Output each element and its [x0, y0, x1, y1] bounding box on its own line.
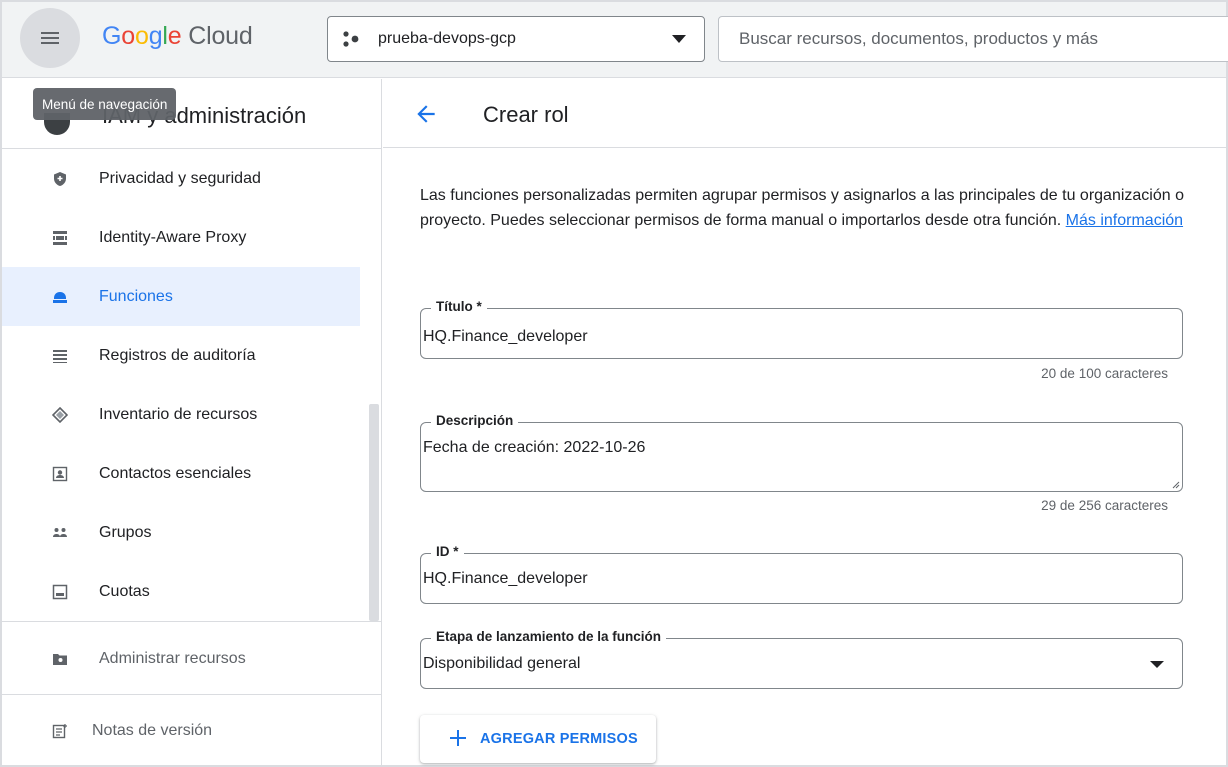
title-field-label: Título * — [431, 299, 487, 314]
folder-settings-icon — [52, 651, 68, 667]
title-input-value[interactable]: HQ.Finance_developer — [423, 328, 588, 346]
top-bar: Google Cloud prueba-devops-gcp — [2, 2, 1228, 78]
description-field[interactable]: Descripción Fecha de creación: 2022-10-2… — [420, 413, 1183, 492]
sidebar-item-asset-inventory[interactable]: Inventario de recursos — [2, 385, 360, 444]
sidebar-item-label: Notas de versión — [92, 721, 213, 739]
description-input-value[interactable]: Fecha de creación: 2022-10-26 — [423, 439, 645, 457]
sidebar-item-label: Funciones — [99, 287, 173, 305]
project-dots-icon — [343, 31, 359, 47]
sidebar-scrollbar[interactable] — [369, 404, 379, 621]
navigation-menu-tooltip: Menú de navegación — [33, 88, 177, 120]
release-notes-icon — [52, 723, 68, 739]
sidebar-item-manage-resources[interactable]: Administrar recursos — [2, 629, 360, 688]
search-bar[interactable] — [718, 16, 1228, 62]
shield-icon — [52, 171, 68, 187]
google-cloud-logo[interactable]: Google Cloud — [102, 22, 253, 51]
sidebar-item-label: Contactos esenciales — [99, 464, 252, 482]
search-input[interactable] — [739, 29, 1228, 49]
project-name: prueba-devops-gcp — [378, 30, 516, 47]
contacts-icon — [52, 466, 68, 482]
sidebar-divider — [2, 694, 381, 695]
plus-icon — [450, 730, 466, 746]
title-field[interactable]: Título * HQ.Finance_developer — [420, 299, 1183, 359]
roles-icon — [52, 289, 68, 305]
dropdown-caret-icon — [1150, 661, 1164, 668]
sidebar-item-audit-logs[interactable]: Registros de auditoría — [2, 326, 360, 385]
proxy-icon — [52, 230, 68, 246]
add-permissions-button[interactable]: AGREGAR PERMISOS — [420, 715, 656, 763]
sidebar-divider — [2, 621, 381, 622]
sidebar-item-label: Inventario de recursos — [99, 405, 258, 423]
launch-stage-label: Etapa de lanzamiento de la función — [431, 629, 667, 644]
sidebar-item-label: Registros de auditoría — [99, 346, 256, 364]
sidebar-item-essential-contacts[interactable]: Contactos esenciales — [2, 444, 360, 503]
navigation-menu-button[interactable] — [20, 8, 80, 68]
brand-google: Google — [102, 22, 182, 50]
project-selector[interactable]: prueba-devops-gcp — [327, 16, 705, 62]
title-char-counter: 20 de 100 caracteres — [1041, 366, 1168, 381]
brand-cloud: Cloud — [188, 22, 253, 50]
sidebar-item-label: Administrar recursos — [99, 649, 246, 667]
page-title: Crear rol — [483, 102, 569, 127]
sidebar-item-label: Cuotas — [99, 582, 150, 600]
sidebar-item-groups[interactable]: Grupos — [2, 503, 360, 562]
sidebar: IAM y administración Privacidad y seguri… — [2, 79, 382, 765]
sidebar-item-roles[interactable]: Funciones — [2, 267, 360, 326]
id-field[interactable]: ID * HQ.Finance_developer — [420, 544, 1183, 604]
description-field-label: Descripción — [431, 413, 519, 428]
quotas-icon — [52, 584, 68, 600]
asset-inventory-icon — [52, 406, 68, 423]
back-arrow-icon[interactable] — [413, 101, 439, 127]
description-char-counter: 29 de 256 caracteres — [1041, 498, 1168, 513]
resize-handle-icon[interactable] — [1170, 479, 1180, 489]
chevron-down-icon — [672, 35, 686, 43]
launch-stage-select[interactable]: Etapa de lanzamiento de la función Dispo… — [420, 629, 1183, 689]
sidebar-item-quotas[interactable]: Cuotas — [2, 562, 360, 621]
sidebar-item-label: Grupos — [99, 523, 152, 541]
sidebar-item-release-notes[interactable]: Notas de versión — [2, 701, 360, 760]
learn-more-link[interactable]: Más información — [1066, 212, 1183, 229]
sidebar-item-label: Privacidad y seguridad — [99, 169, 261, 187]
id-input-value[interactable]: HQ.Finance_developer — [423, 570, 588, 588]
hamburger-menu-icon — [41, 32, 59, 44]
sidebar-item-privacy[interactable]: Privacidad y seguridad — [2, 149, 360, 208]
launch-stage-value: Disponibilidad general — [423, 655, 581, 672]
intro-paragraph: Las funciones personalizadas permiten ag… — [420, 184, 1200, 233]
id-field-label: ID * — [431, 544, 464, 559]
add-permissions-label: AGREGAR PERMISOS — [480, 731, 638, 747]
audit-log-icon — [52, 348, 68, 364]
sidebar-item-label: Identity-Aware Proxy — [99, 228, 247, 246]
groups-icon — [52, 525, 68, 541]
page-header: Crear rol — [383, 79, 1226, 148]
sidebar-item-identity-aware-proxy[interactable]: Identity-Aware Proxy — [2, 208, 360, 267]
